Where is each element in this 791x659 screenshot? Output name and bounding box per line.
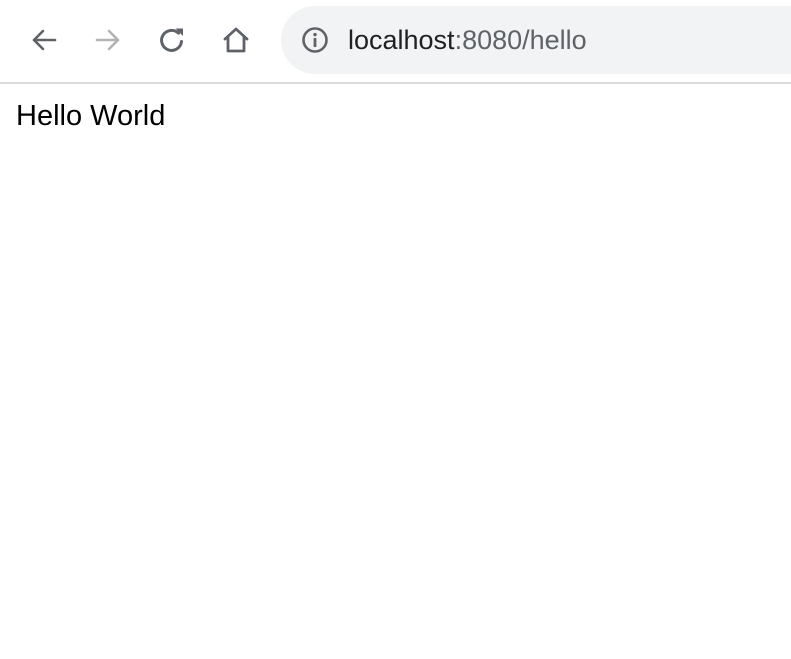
url-text[interactable]: localhost:8080/hello xyxy=(348,6,587,74)
address-bar[interactable]: localhost:8080/hello xyxy=(281,6,791,74)
page-text: Hello World xyxy=(16,100,166,132)
url-host: localhost xyxy=(348,25,455,55)
back-button[interactable] xyxy=(26,22,62,58)
reload-button[interactable] xyxy=(154,22,190,58)
home-icon xyxy=(223,27,249,53)
page-content: Hello World xyxy=(16,98,165,134)
forward-button[interactable] xyxy=(90,22,126,58)
info-circle-icon[interactable] xyxy=(301,26,329,54)
arrow-right-icon xyxy=(95,29,120,51)
url-path: :8080/hello xyxy=(454,25,587,55)
reload-icon xyxy=(160,28,183,52)
home-button[interactable] xyxy=(218,22,254,58)
arrow-left-icon xyxy=(32,29,57,51)
browser-toolbar: localhost:8080/hello xyxy=(0,0,791,84)
